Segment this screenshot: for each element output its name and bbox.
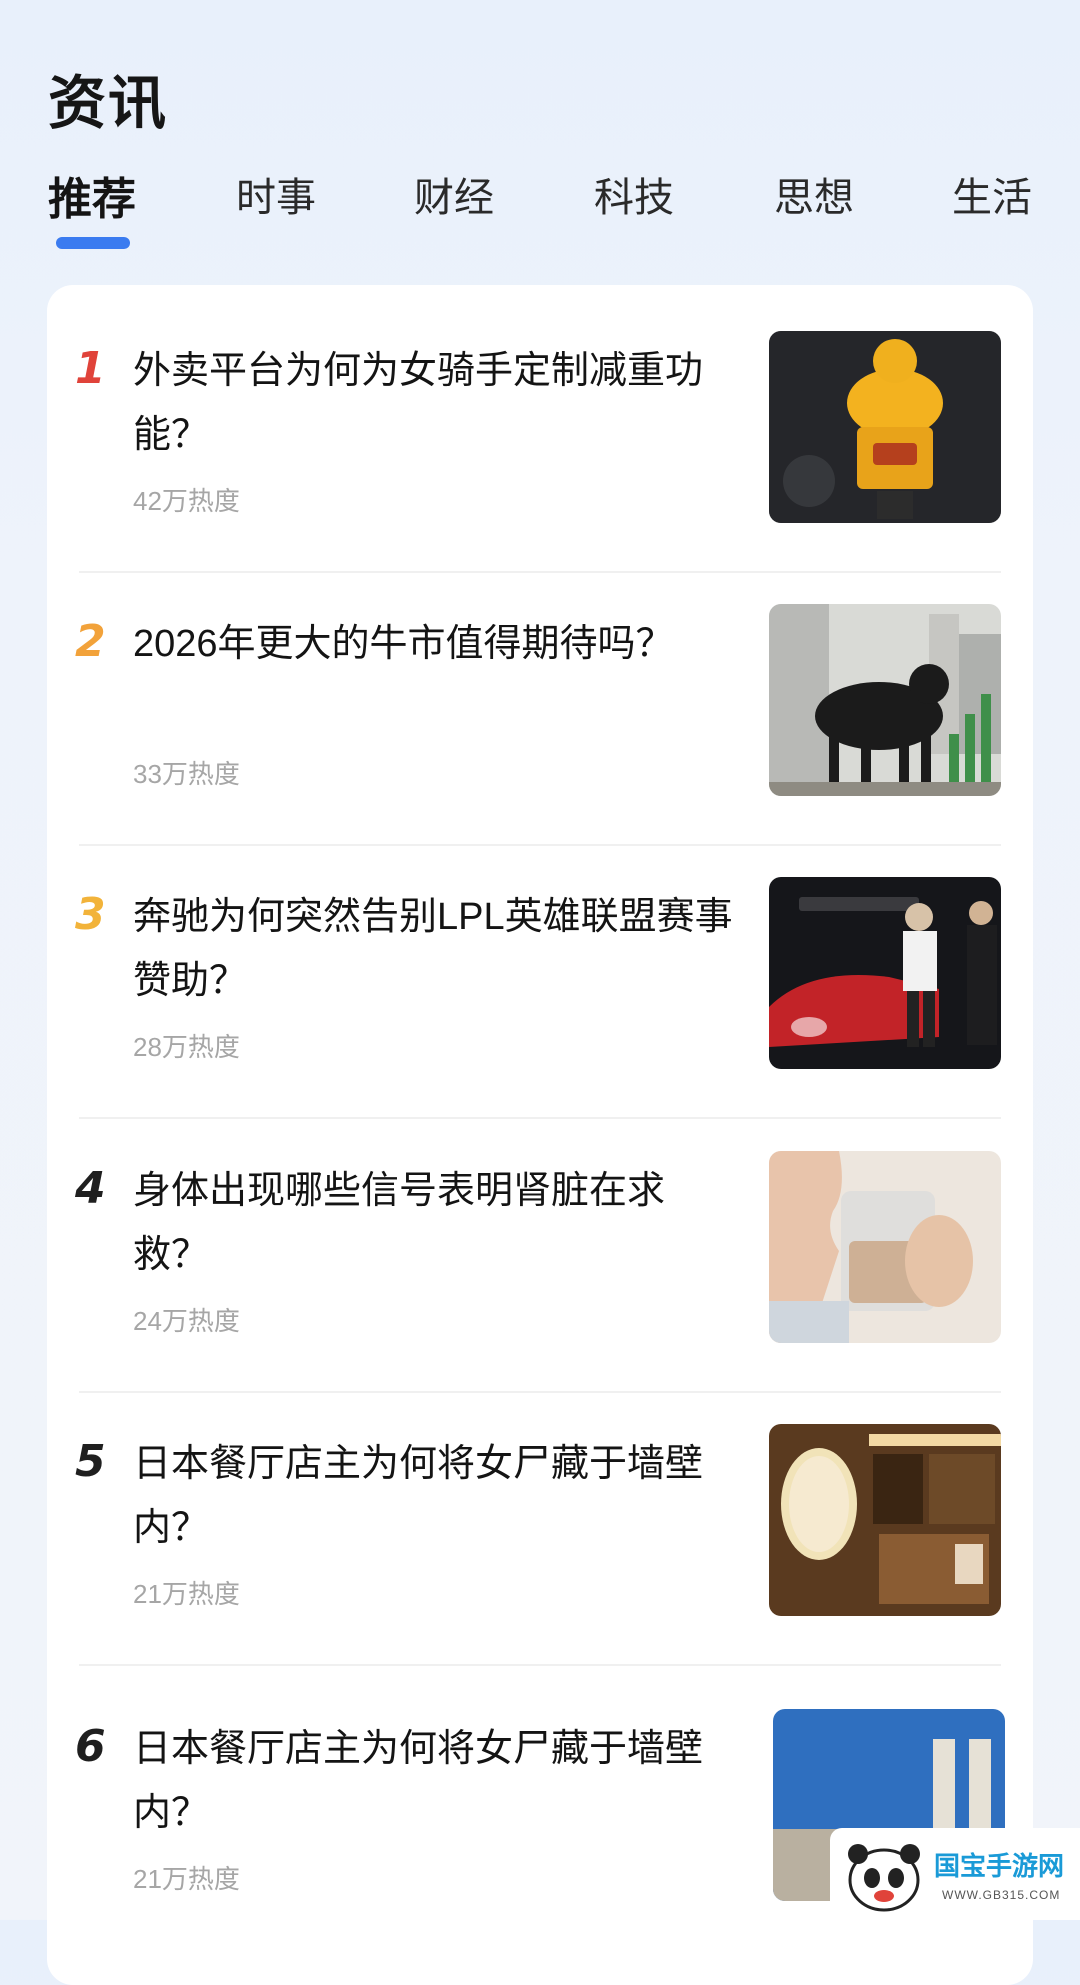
news-item-2[interactable]: 2 2026年更大的牛市值得期待吗？ 33万热度 bbox=[47, 604, 1033, 877]
news-headline[interactable]: 日本餐厅店主为何将女尸藏于墙壁内？ bbox=[133, 1717, 733, 1845]
category-tabs: 推荐 时事 财经 科技 思想 生活 bbox=[48, 165, 1038, 265]
news-headline[interactable]: 2026年更大的牛市值得期待吗？ bbox=[133, 612, 733, 676]
news-item-5[interactable]: 5 日本餐厅店主为何将女尸藏于墙壁内？ 21万热度 bbox=[47, 1424, 1033, 1697]
page-title: 资讯 bbox=[48, 71, 169, 136]
row-divider bbox=[79, 571, 1001, 573]
heat-count: 21万热度 bbox=[133, 1579, 240, 1609]
row-divider bbox=[79, 1391, 1001, 1393]
watermark: 国宝手游网 WWW.GB315.COM bbox=[830, 1828, 1080, 1920]
news-item-3[interactable]: 3 奔驰为何突然告别LPL英雄联盟赛事赞助？ 28万热度 bbox=[47, 877, 1033, 1150]
watermark-name: 国宝手游网 bbox=[934, 1851, 1065, 1881]
panda-logo-icon bbox=[848, 1844, 920, 1912]
bull-market-image[interactable] bbox=[769, 604, 1001, 796]
row-divider bbox=[79, 1664, 1001, 1666]
tab-recommend[interactable]: 推荐 bbox=[48, 163, 136, 227]
news-headline[interactable]: 日本餐厅店主为何将女尸藏于墙壁内？ bbox=[133, 1432, 733, 1560]
tab-finance[interactable]: 财经 bbox=[414, 165, 494, 223]
rank-number: 6 bbox=[75, 1721, 106, 1772]
news-headline[interactable]: 身体出现哪些信号表明肾脏在求救？ bbox=[133, 1159, 733, 1287]
tab-thought[interactable]: 思想 bbox=[774, 165, 854, 223]
heat-count: 28万热度 bbox=[133, 1032, 240, 1062]
rank-number: 4 bbox=[75, 1163, 106, 1214]
mercedes-event-image[interactable] bbox=[769, 877, 1001, 1069]
tab-life[interactable]: 生活 bbox=[952, 165, 1032, 223]
news-item-1[interactable]: 1 外卖平台为何为女骑手定制减重功能？ 42万热度 bbox=[47, 331, 1033, 604]
active-tab-indicator bbox=[56, 237, 130, 249]
tab-current-affairs[interactable]: 时事 bbox=[236, 165, 316, 223]
heat-count: 24万热度 bbox=[133, 1306, 240, 1336]
news-headline[interactable]: 奔驰为何突然告别LPL英雄联盟赛事赞助？ bbox=[133, 885, 733, 1013]
delivery-rider-image[interactable] bbox=[769, 331, 1001, 523]
tab-technology[interactable]: 科技 bbox=[594, 165, 674, 223]
heat-count: 33万热度 bbox=[133, 759, 240, 789]
drinking-water-image[interactable] bbox=[769, 1151, 1001, 1343]
heat-count: 42万热度 bbox=[133, 486, 240, 516]
news-item-4[interactable]: 4 身体出现哪些信号表明肾脏在求救？ 24万热度 bbox=[47, 1151, 1033, 1424]
rank-number: 3 bbox=[75, 889, 106, 940]
watermark-url: WWW.GB315.COM bbox=[942, 1888, 1061, 1902]
rank-number: 5 bbox=[75, 1436, 106, 1487]
heat-count: 21万热度 bbox=[133, 1864, 240, 1894]
row-divider bbox=[79, 1117, 1001, 1119]
row-divider bbox=[79, 844, 1001, 846]
news-headline[interactable]: 外卖平台为何为女骑手定制减重功能？ bbox=[133, 339, 733, 467]
japanese-restaurant-image[interactable] bbox=[769, 1424, 1001, 1616]
news-card: 1 外卖平台为何为女骑手定制减重功能？ 42万热度 2 2026年更大的牛市值得… bbox=[47, 285, 1033, 1985]
rank-number: 2 bbox=[75, 616, 106, 667]
rank-number: 1 bbox=[75, 343, 106, 394]
